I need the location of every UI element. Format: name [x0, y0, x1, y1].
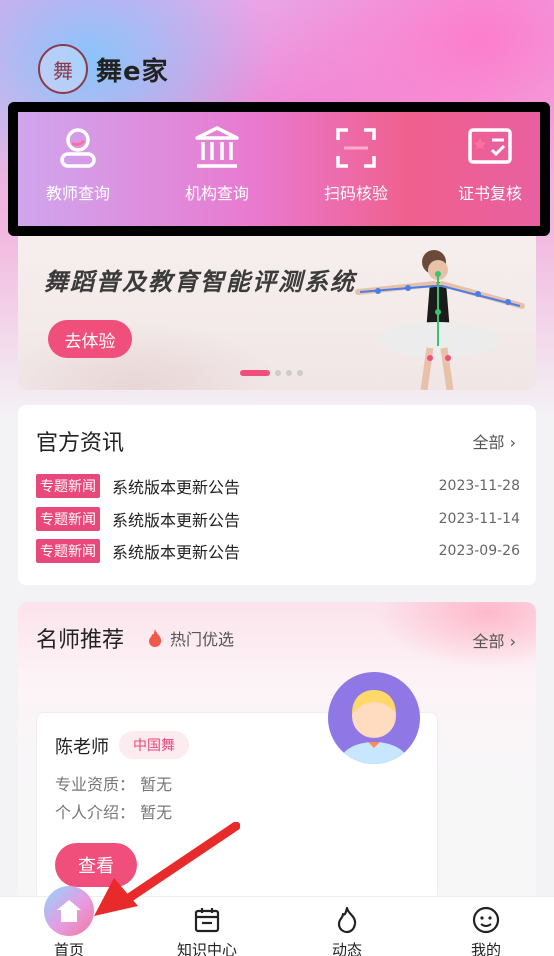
news-title: 官方资讯 — [36, 431, 125, 456]
news-text: 系统版本更新公告 — [112, 478, 241, 497]
tab-mine[interactable]: 我的 — [431, 897, 541, 956]
tab-label: 首页 — [53, 941, 84, 956]
quick-label: 机构查询 — [184, 184, 249, 203]
news-more-link[interactable]: 全部 › — [473, 429, 517, 453]
teacher-icon — [60, 128, 96, 168]
carousel-dot[interactable] — [297, 370, 303, 376]
news-item[interactable]: 专题新闻 系统版本更新公告 2023-11-28 — [36, 473, 520, 499]
teacher-avatar — [328, 672, 420, 764]
news-date: 2023-11-14 — [438, 511, 520, 527]
teacher-section-title: 名师推荐 — [36, 628, 125, 653]
news-date: 2023-09-26 — [438, 543, 520, 559]
news-more-label: 全部 — [472, 433, 505, 452]
teacher-name: 陈老师 — [55, 737, 109, 758]
avatar-illustration — [340, 690, 408, 764]
carousel-dot[interactable] — [275, 370, 281, 376]
news-tag: 专题新闻 — [36, 539, 100, 563]
news-tag: 专题新闻 — [36, 507, 100, 531]
news-text: 系统版本更新公告 — [112, 511, 241, 530]
scan-icon — [336, 128, 376, 168]
app-logo: 舞 舞e家 — [38, 44, 169, 94]
hot-badge: 热门优选 — [146, 626, 234, 650]
news-text: 系统版本更新公告 — [112, 543, 241, 562]
carousel-dots — [240, 370, 308, 376]
news-item[interactable]: 专题新闻 系统版本更新公告 2023-09-26 — [36, 538, 520, 564]
quick-scan-verify[interactable]: 扫码核验 — [296, 124, 416, 204]
banner-title: 舞蹈普及教育智能评测系统 — [44, 268, 356, 296]
try-now-button[interactable]: 去体验 — [48, 320, 132, 358]
teacher-qualification: 专业资质： 暂无 — [55, 775, 173, 794]
institution-icon — [195, 126, 239, 168]
flame-icon — [337, 906, 357, 934]
news-item[interactable]: 专题新闻 系统版本更新公告 2023-11-14 — [36, 506, 520, 532]
news-card: 官方资讯 全部 › 专题新闻 系统版本更新公告 2023-11-28 专题新闻 … — [18, 405, 536, 585]
news-tag: 专题新闻 — [36, 474, 100, 498]
tab-label: 我的 — [470, 941, 501, 956]
smile-icon — [472, 906, 500, 934]
teacher-more-link[interactable]: 全部 › — [473, 628, 517, 652]
promo-banner[interactable]: 舞蹈普及教育智能评测系统 去体验 — [18, 236, 536, 390]
tab-label: 知识中心 — [176, 941, 237, 956]
quick-label: 扫码核验 — [323, 184, 388, 203]
tab-feed[interactable]: 动态 — [292, 897, 402, 956]
app-name: 舞e家 — [96, 56, 169, 87]
teacher-intro: 个人介绍： 暂无 — [55, 803, 173, 822]
flame-icon — [149, 629, 162, 647]
quick-institution-search[interactable]: 机构查询 — [157, 124, 277, 204]
ballerina-image — [355, 250, 525, 390]
quick-menu: 教师查询 机构查询 扫码核验 证书复核 — [8, 102, 550, 236]
pointer-arrow-annotation — [94, 822, 240, 916]
carousel-dot[interactable] — [286, 370, 292, 376]
logo-seal-icon: 舞 — [38, 44, 88, 94]
quick-certificate-review[interactable]: 证书复核 — [430, 124, 550, 204]
quick-label: 证书复核 — [457, 184, 522, 203]
dance-type-badge: 中国舞 — [119, 731, 189, 759]
quick-label: 教师查询 — [45, 184, 110, 203]
teacher-more-label: 全部 — [472, 632, 505, 651]
hot-text: 热门优选 — [170, 630, 235, 649]
quick-teacher-search[interactable]: 教师查询 — [18, 124, 138, 204]
carousel-dot[interactable] — [240, 370, 270, 376]
news-date: 2023-11-28 — [438, 478, 520, 494]
tab-label: 动态 — [331, 941, 362, 956]
home-icon — [57, 900, 81, 922]
certificate-icon — [468, 128, 512, 164]
